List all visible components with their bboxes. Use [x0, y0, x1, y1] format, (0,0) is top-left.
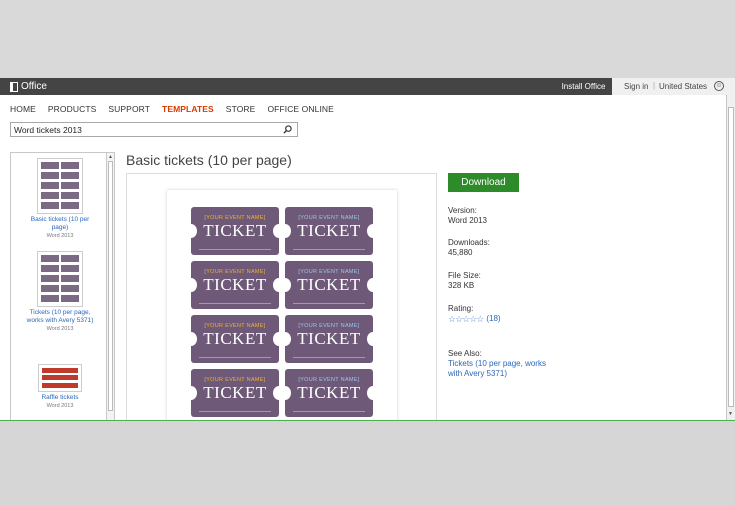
office-top-bar: Office Install Office Sign in | United S…: [0, 78, 735, 95]
country-link[interactable]: United States: [659, 82, 707, 91]
version-label: Version:: [448, 206, 477, 215]
list-item[interactable]: Raffle tickets Word 2013: [23, 364, 97, 410]
office-logo[interactable]: Office: [10, 81, 47, 92]
scrollbar-thumb[interactable]: [108, 161, 113, 411]
nav-home[interactable]: HOME: [10, 104, 36, 114]
template-version: Word 2013: [46, 233, 74, 239]
office-logo-icon: [10, 81, 18, 92]
ticket-label: TICKET: [297, 383, 361, 402]
feedback-smiley-icon[interactable]: ☺: [714, 81, 724, 91]
filesize-label: File Size:: [448, 271, 481, 280]
list-scrollbar[interactable]: ▲: [106, 153, 114, 420]
main-nav: HOME PRODUCTS SUPPORT TEMPLATES STORE OF…: [10, 104, 334, 114]
template-preview: [YOUR EVENT NAME] TICKET [YOUR EVENT NAM…: [126, 173, 437, 421]
ticket-sheet: [YOUR EVENT NAME] TICKET [YOUR EVENT NAM…: [167, 190, 397, 420]
version-info: Version: Word 2013: [448, 206, 487, 226]
ticket: [YOUR EVENT NAME] TICKET: [185, 207, 285, 255]
ticket-label: TICKET: [203, 383, 267, 402]
account-bar: Sign in | United States ☺: [612, 78, 735, 95]
ticket: [YOUR EVENT NAME] TICKET: [185, 315, 285, 363]
page-scrollbar[interactable]: ▼: [726, 95, 735, 421]
template-thumbnail: [37, 251, 83, 307]
ticket-label: TICKET: [297, 221, 361, 240]
filesize-value: 328 KB: [448, 281, 475, 290]
page-scrollbar-thumb[interactable]: [728, 107, 734, 407]
browser-page: Office Install Office Sign in | United S…: [0, 78, 735, 421]
see-also-link[interactable]: Tickets (10 per page, works with Avery 5…: [448, 359, 553, 379]
search-box: [10, 122, 298, 137]
scroll-down-icon[interactable]: ▼: [728, 411, 733, 417]
ticket: [YOUR EVENT NAME] TICKET: [279, 369, 379, 417]
ticket: [YOUR EVENT NAME] TICKET: [185, 369, 285, 417]
ticket-label: TICKET: [203, 329, 267, 348]
template-thumbnail: [37, 158, 83, 214]
rating-label: Rating:: [448, 304, 474, 313]
template-title[interactable]: Raffle tickets: [23, 394, 97, 402]
template-version: Word 2013: [46, 403, 74, 409]
rating-count[interactable]: (18): [486, 314, 500, 324]
scroll-up-icon[interactable]: ▲: [108, 154, 113, 160]
ticket: [YOUR EVENT NAME] TICKET: [279, 261, 379, 309]
download-button[interactable]: Download: [448, 173, 519, 192]
ticket: [YOUR EVENT NAME] TICKET: [279, 207, 379, 255]
template-thumbnail: [38, 364, 82, 392]
nav-support[interactable]: SUPPORT: [108, 104, 150, 114]
downloads-info: Downloads: 45,880: [448, 238, 490, 258]
ticket-label: TICKET: [297, 329, 361, 348]
install-office-link[interactable]: Install Office: [555, 78, 612, 95]
rating-row[interactable]: ☆☆☆☆☆ (18): [448, 314, 501, 324]
see-also: See Also: Tickets (10 per page, works wi…: [448, 349, 553, 379]
separator: |: [653, 81, 656, 90]
ticket: [YOUR EVENT NAME] TICKET: [185, 261, 285, 309]
downloads-label: Downloads:: [448, 238, 490, 247]
top-margin: [0, 0, 735, 78]
downloads-value: 45,880: [448, 248, 473, 257]
template-version: Word 2013: [46, 326, 74, 332]
office-brand-label: Office: [21, 81, 47, 92]
ticket-label: TICKET: [203, 275, 267, 294]
ticket: [YOUR EVENT NAME] TICKET: [279, 315, 379, 363]
template-title[interactable]: Basic tickets (10 per page): [23, 216, 97, 232]
rating-info: Rating: ☆☆☆☆☆ (18): [448, 304, 501, 324]
list-item[interactable]: Tickets (10 per page, works with Avery 5…: [23, 251, 97, 333]
filesize-info: File Size: 328 KB: [448, 271, 481, 291]
template-list: Basic tickets (10 per page) Word 2013 Ti…: [10, 152, 115, 421]
version-value: Word 2013: [448, 216, 487, 225]
nav-products[interactable]: PRODUCTS: [48, 104, 97, 114]
nav-templates[interactable]: TEMPLATES: [162, 104, 214, 114]
nav-office-online[interactable]: OFFICE ONLINE: [267, 104, 333, 114]
sign-in-link[interactable]: Sign in: [624, 82, 648, 91]
ticket-label: TICKET: [297, 275, 361, 294]
ticket-label: TICKET: [203, 221, 267, 240]
nav-store[interactable]: STORE: [226, 104, 256, 114]
page-title: Basic tickets (10 per page): [126, 152, 292, 168]
list-item[interactable]: Basic tickets (10 per page) Word 2013: [23, 158, 97, 240]
see-also-label: See Also:: [448, 349, 482, 358]
search-input[interactable]: [14, 125, 274, 135]
template-title[interactable]: Tickets (10 per page, works with Avery 5…: [23, 309, 97, 325]
rating-stars-icon: ☆☆☆☆☆: [448, 314, 484, 324]
search-icon[interactable]: [283, 125, 292, 134]
bottom-margin: [0, 420, 735, 506]
